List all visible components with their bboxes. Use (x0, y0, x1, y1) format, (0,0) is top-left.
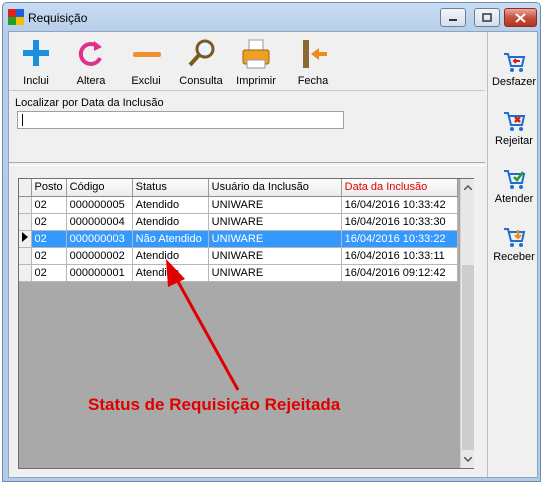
column-header-usuario[interactable]: Usuário da Inclusão (208, 179, 342, 197)
text-caret (22, 114, 23, 126)
row-indicator (19, 213, 32, 231)
column-header-data[interactable]: Data da Inclusão (341, 179, 458, 197)
cell-usuario: UNIWARE (208, 247, 342, 265)
row-indicator-header (19, 179, 32, 197)
cell-status: Atendido (132, 196, 209, 214)
row-indicator (19, 196, 32, 214)
requisition-table: Posto Código Status Usuário da Inclusão … (19, 179, 458, 282)
search-label: Localizar por Data da Inclusão (15, 97, 164, 109)
table-row[interactable]: 02 000000005 Atendido UNIWARE 16/04/2016… (19, 196, 458, 214)
current-row-arrow-icon (22, 232, 28, 242)
table-row[interactable]: 02 000000004 Atendido UNIWARE 16/04/2016… (19, 213, 458, 231)
cell-usuario: UNIWARE (208, 230, 342, 248)
minimize-button[interactable] (440, 8, 466, 27)
search-panel: Localizar por Data da Inclusão (9, 91, 485, 163)
cart-undo-icon (504, 53, 526, 72)
maximize-button[interactable] (474, 8, 500, 27)
cell-posto: 02 (31, 196, 67, 214)
scroll-up-button[interactable] (461, 179, 475, 196)
annotation-text: Status de Requisição Rejeitada (88, 395, 341, 414)
plus-icon (23, 40, 49, 66)
row-indicator (19, 264, 32, 282)
rejeitar-button[interactable]: Rejeitar (488, 99, 540, 151)
cell-posto: 02 (31, 213, 67, 231)
chevron-down-icon (464, 457, 472, 462)
imprimir-button[interactable]: Imprimir (230, 36, 282, 88)
cart-receive-icon (504, 228, 526, 247)
printer-icon (242, 39, 270, 69)
title-bar[interactable]: Requisição (3, 3, 540, 31)
cell-status: Atendido (132, 264, 209, 282)
cart-reject-icon (504, 112, 526, 131)
table-header: Posto Código Status Usuário da Inclusão … (19, 179, 458, 197)
app-icon (8, 9, 24, 25)
maximize-icon (482, 13, 492, 22)
exclui-label: Exclui (131, 75, 161, 87)
altera-label: Altera (76, 75, 106, 87)
cell-codigo: 000000001 (66, 264, 133, 282)
imprimir-label: Imprimir (236, 75, 276, 87)
receber-label: Receber (493, 251, 535, 263)
cell-status: Atendido (132, 213, 209, 231)
fecha-button[interactable]: Fecha (287, 36, 339, 88)
cell-usuario: UNIWARE (208, 213, 342, 231)
row-indicator (19, 230, 32, 248)
chevron-up-icon (464, 185, 472, 190)
cell-usuario: UNIWARE (208, 196, 342, 214)
cell-codigo: 000000003 (66, 230, 133, 248)
cell-posto: 02 (31, 247, 67, 265)
minus-icon (133, 52, 161, 57)
receber-button[interactable]: Receber (488, 215, 540, 267)
scrollbar-thumb[interactable] (462, 265, 474, 450)
table-row[interactable]: 02 000000001 Atendido UNIWARE 16/04/2016… (19, 264, 458, 282)
grid-panel: Posto Código Status Usuário da Inclusão … (9, 165, 485, 477)
desfazer-label: Desfazer (491, 76, 537, 88)
inclui-label: Inclui (23, 75, 49, 87)
cell-codigo: 000000005 (66, 196, 133, 214)
minimize-icon (449, 18, 457, 21)
column-header-posto[interactable]: Posto (31, 179, 67, 197)
cell-data: 16/04/2016 09:12:42 (341, 264, 458, 282)
scroll-down-button[interactable] (461, 451, 475, 468)
action-sidebar: Desfazer Rejeitar Atender Receber (487, 32, 539, 477)
exclui-button[interactable]: Exclui (120, 36, 172, 88)
cell-data: 16/04/2016 10:33:22 (341, 230, 458, 248)
cell-codigo: 000000002 (66, 247, 133, 265)
toolbar: Inclui Altera Exclui Consulta Imprimir F… (9, 32, 485, 91)
cell-data: 16/04/2016 10:33:42 (341, 196, 458, 214)
atender-button[interactable]: Atender (488, 157, 540, 209)
vertical-scrollbar[interactable] (460, 179, 474, 468)
door-exit-icon (303, 40, 327, 68)
close-icon (515, 12, 526, 23)
table-row[interactable]: 02 000000002 Atendido UNIWARE 16/04/2016… (19, 247, 458, 265)
cell-status: Não Atendido (132, 230, 209, 248)
fecha-label: Fecha (297, 75, 329, 87)
atender-label: Atender (494, 193, 534, 205)
cell-posto: 02 (31, 264, 67, 282)
rejeitar-label: Rejeitar (495, 135, 533, 147)
altera-button[interactable]: Altera (65, 36, 117, 88)
row-indicator (19, 247, 32, 265)
column-header-codigo[interactable]: Código (66, 179, 133, 197)
requisition-grid[interactable]: Posto Código Status Usuário da Inclusão … (18, 178, 474, 469)
cell-status: Atendido (132, 247, 209, 265)
magnifier-icon (188, 39, 215, 67)
consulta-label: Consulta (179, 75, 223, 87)
window-title: Requisição (28, 11, 88, 25)
refresh-icon (78, 41, 102, 66)
cell-usuario: UNIWARE (208, 264, 342, 282)
desfazer-button[interactable]: Desfazer (488, 40, 540, 92)
cell-data: 16/04/2016 10:33:11 (341, 247, 458, 265)
close-button[interactable] (504, 8, 537, 27)
cell-data: 16/04/2016 10:33:30 (341, 213, 458, 231)
consulta-button[interactable]: Consulta (175, 36, 227, 88)
cell-codigo: 000000004 (66, 213, 133, 231)
table-row-selected[interactable]: 02 000000003 Não Atendido UNIWARE 16/04/… (19, 230, 458, 248)
column-header-status[interactable]: Status (132, 179, 209, 197)
cart-check-icon (504, 170, 526, 189)
inclui-button[interactable]: Inclui (10, 36, 62, 88)
cell-posto: 02 (31, 230, 67, 248)
search-input[interactable] (17, 111, 344, 129)
